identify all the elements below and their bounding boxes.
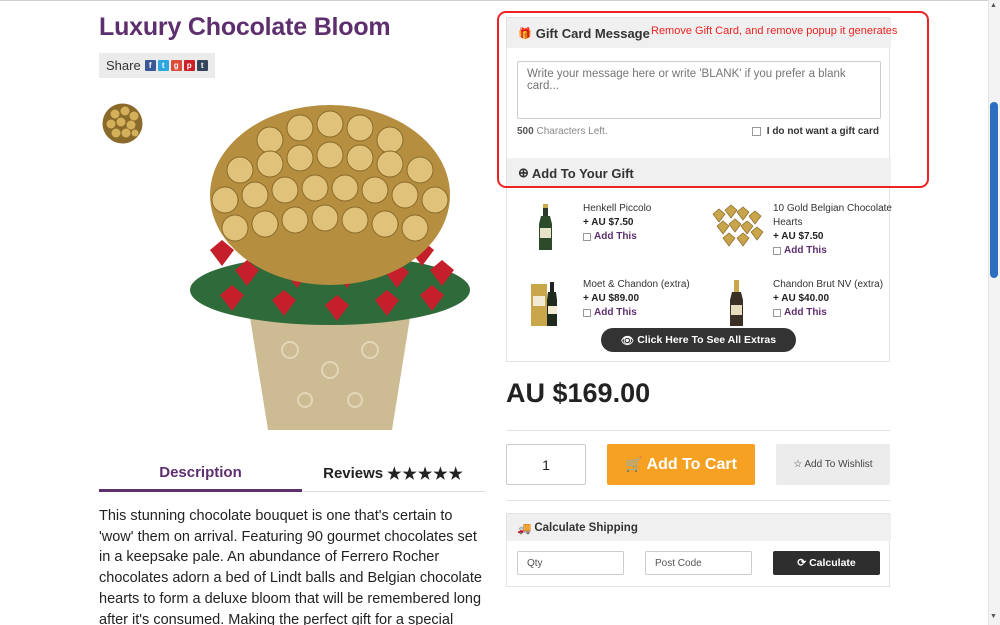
divider	[506, 430, 890, 431]
product-image	[190, 105, 470, 430]
extra-item: Henkell Piccolo + AU $7.50 Add This	[517, 202, 697, 262]
calculate-button[interactable]: ⟳ Calculate	[773, 551, 880, 575]
cart-icon: 🛒	[625, 456, 643, 472]
share-bar: Share f t g p t	[99, 53, 215, 78]
pinterest-icon[interactable]: p	[183, 60, 195, 71]
add-to-wishlist-button[interactable]: ☆ Add To Wishlist	[776, 444, 890, 485]
tab-description-label: Description	[159, 463, 242, 481]
product-thumbnail[interactable]	[101, 102, 144, 145]
shipping-panel: 🚚 Calculate Shipping Qty Post Code ⟳ Cal…	[506, 513, 891, 587]
chandon-brut-image	[730, 280, 743, 326]
shipping-heading: 🚚 Calculate Shipping	[507, 514, 891, 541]
scrollbar-thumb[interactable]	[990, 102, 998, 278]
add-this-checkbox[interactable]	[773, 247, 781, 255]
google-plus-icon[interactable]: g	[170, 60, 182, 71]
product-title: Luxury Chocolate Bloom	[99, 13, 391, 41]
share-label: Share	[106, 58, 141, 73]
refresh-icon: ⟳	[797, 557, 807, 569]
tab-reviews[interactable]: Reviews ★★★★★	[302, 455, 485, 492]
extra-name: 10 Gold Belgian Chocolate Hearts	[773, 203, 892, 228]
add-this-option[interactable]: Add This	[773, 244, 893, 258]
scroll-up-arrow-icon[interactable]: ▲	[990, 2, 997, 9]
add-to-cart-button[interactable]: 🛒 Add To Cart	[607, 444, 755, 485]
belgian-hearts-image	[712, 204, 764, 247]
add-to-wishlist-label: Add To Wishlist	[804, 459, 873, 470]
extra-price: + AU $7.50	[583, 217, 634, 228]
add-this-option[interactable]: Add This	[583, 230, 703, 244]
postcode-input[interactable]: Post Code	[645, 551, 752, 575]
product-description: This stunning chocolate bouquet is one t…	[99, 508, 482, 625]
extra-name: Chandon Brut NV (extra)	[773, 279, 884, 290]
product-tabs: Description Reviews ★★★★★	[99, 455, 485, 492]
add-this-checkbox[interactable]	[583, 309, 591, 317]
eye-icon: 👁	[620, 334, 635, 347]
star-icon: ☆	[793, 459, 803, 470]
tab-description[interactable]: Description	[99, 455, 302, 492]
scrollbar[interactable]	[988, 0, 1000, 625]
extra-price: + AU $89.00	[583, 293, 640, 304]
calculate-label: Calculate	[809, 557, 856, 569]
extra-name: Moet & Chandon (extra)	[583, 279, 690, 290]
add-this-label: Add This	[594, 307, 637, 318]
annotation-outline	[497, 11, 929, 188]
henkell-piccolo-image	[539, 204, 552, 250]
extra-item: 10 Gold Belgian Chocolate Hearts + AU $7…	[707, 202, 892, 262]
twitter-icon[interactable]: t	[157, 60, 169, 71]
see-all-extras-label: Click Here To See All Extras	[637, 334, 777, 346]
add-this-label: Add This	[784, 307, 827, 318]
extra-price: + AU $40.00	[773, 293, 830, 304]
add-this-label: Add This	[784, 245, 827, 256]
add-this-label: Add This	[594, 231, 637, 242]
add-this-checkbox[interactable]	[583, 233, 591, 241]
extra-name: Henkell Piccolo	[583, 203, 652, 214]
add-to-cart-label: Add To Cart	[646, 455, 737, 473]
rating-stars: ★★★★★	[387, 465, 464, 483]
add-this-checkbox[interactable]	[773, 309, 781, 317]
top-border	[0, 0, 1000, 1]
product-price: AU $169.00	[506, 378, 651, 408]
tumblr-icon[interactable]: t	[196, 60, 208, 71]
annotation-note: Remove Gift Card, and remove popup it ge…	[651, 25, 898, 37]
tab-reviews-label: Reviews	[323, 465, 384, 482]
extra-price: + AU $7.50	[773, 231, 824, 242]
divider	[506, 500, 890, 501]
quantity-input[interactable]: 1	[506, 444, 586, 485]
truck-icon: 🚚	[517, 522, 532, 535]
see-all-extras-button[interactable]: 👁 Click Here To See All Extras	[601, 328, 796, 352]
shipping-heading-text: Calculate Shipping	[534, 521, 638, 534]
shipping-qty-input[interactable]: Qty	[517, 551, 624, 575]
add-this-option[interactable]: Add This	[773, 306, 893, 320]
facebook-icon[interactable]: f	[144, 60, 156, 71]
moet-chandon-image	[531, 282, 557, 326]
scroll-down-arrow-icon[interactable]: ▼	[990, 613, 997, 620]
add-this-option[interactable]: Add This	[583, 306, 703, 320]
